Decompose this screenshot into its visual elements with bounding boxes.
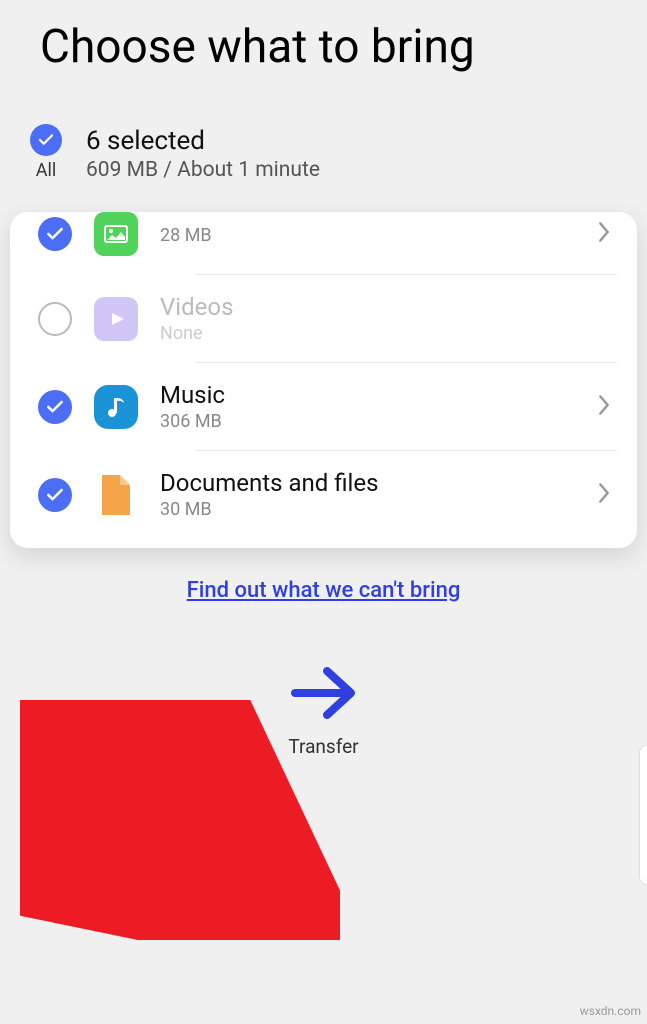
list-item[interactable]: 28 MB xyxy=(10,212,637,274)
selected-count: 6 selected xyxy=(86,126,320,156)
chevron-right-icon xyxy=(593,221,615,247)
items-card: 28 MB Videos None Music 306 MB xyxy=(10,212,637,548)
images-icon xyxy=(94,212,138,256)
item-title: Documents and files xyxy=(160,469,571,497)
arrow-right-icon xyxy=(289,663,359,727)
list-item[interactable]: Videos None xyxy=(10,275,637,362)
select-all[interactable]: All xyxy=(30,124,62,181)
check-icon xyxy=(30,124,62,156)
edge-panel-handle[interactable] xyxy=(639,745,647,885)
transfer-button[interactable]: Transfer xyxy=(0,663,647,758)
watermark: wsxdn.com xyxy=(580,1004,641,1018)
summary-row: All 6 selected 609 MB / About 1 minute xyxy=(0,114,647,212)
size-time: 609 MB / About 1 minute xyxy=(86,158,320,182)
item-sub: None xyxy=(160,323,615,344)
music-icon xyxy=(94,385,138,429)
find-out-link[interactable]: Find out what we can't bring xyxy=(187,578,461,603)
item-title: Videos xyxy=(160,293,615,321)
item-sub: 30 MB xyxy=(160,499,571,520)
checkbox[interactable] xyxy=(38,478,72,512)
checkbox[interactable] xyxy=(38,217,72,251)
chevron-right-icon xyxy=(593,482,615,508)
checkbox[interactable] xyxy=(38,390,72,424)
document-icon xyxy=(94,473,138,517)
summary-text: 6 selected 609 MB / About 1 minute xyxy=(86,124,320,182)
checkbox[interactable] xyxy=(38,302,72,336)
chevron-right-icon xyxy=(593,394,615,420)
item-sub: 28 MB xyxy=(160,225,571,246)
item-title: Music xyxy=(160,381,571,409)
select-all-label: All xyxy=(36,160,57,181)
list-item[interactable]: Documents and files 30 MB xyxy=(10,451,637,538)
item-sub: 306 MB xyxy=(160,411,571,432)
list-item[interactable]: Music 306 MB xyxy=(10,363,637,450)
transfer-label: Transfer xyxy=(288,735,358,758)
videos-icon xyxy=(94,297,138,341)
page-title: Choose what to bring xyxy=(40,20,607,74)
